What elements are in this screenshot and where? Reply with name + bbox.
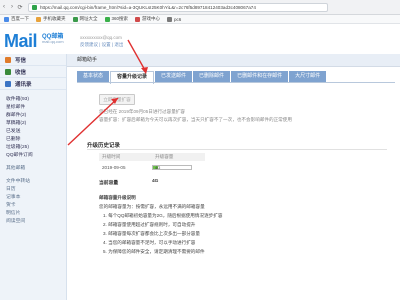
- upgrade-status-note: 您已经在 2019年09月05日进行过容量扩容: [99, 109, 186, 114]
- bookmark-icon: [167, 16, 173, 22]
- row-date: 2019-09-05: [102, 165, 126, 170]
- breadcrumb: 邮箱助手: [67, 54, 400, 67]
- mail-header: Mail QQ邮箱 mail.qq.com xxxxxxxxxx@qq.com …: [0, 25, 400, 53]
- refresh-icon[interactable]: ⟳: [16, 4, 24, 11]
- sidebar-item-spam[interactable]: 垃圾箱(25): [0, 144, 66, 152]
- bookmark-icon: [104, 16, 110, 22]
- upgrade-capacity-button[interactable]: 立即容量扩容: [99, 94, 135, 105]
- mail-logo[interactable]: Mail: [4, 31, 38, 52]
- bookmark-item[interactable]: pc6: [167, 16, 181, 22]
- compose-button[interactable]: 写信: [0, 54, 66, 66]
- bookmark-item[interactable]: 游戏中心: [135, 16, 160, 22]
- lock-icon: [32, 4, 37, 10]
- upgrade-rules: 邮箱容量升级说明 您的邮箱容量为：按需扩容，永远用不满的邮箱容量 1. 每个QQ…: [99, 195, 222, 258]
- upgrade-rule-note: 容量扩容：扩容后邮箱为今天可以再次扩容，当天只扩容不了一次，也不会影响邮件的正常…: [99, 117, 292, 122]
- current-capacity-value: 4G: [152, 179, 159, 184]
- user-account: xxxxxxxxxx@qq.com: [80, 35, 122, 40]
- sidebar-item-file-transfer[interactable]: 文件中转站: [0, 178, 66, 186]
- sidebar-item-notes[interactable]: 记事本: [0, 194, 66, 202]
- row-amount: 4G: [155, 165, 161, 170]
- history-table-header: 升级时间 升级容量: [99, 153, 205, 161]
- column-header-time: 升级时间: [99, 153, 152, 161]
- sidebar: 写信 收信 通讯录 收件箱(93) 星标邮件 群邮件(2) 草稿箱(2) 已发送…: [0, 54, 67, 300]
- bookmark-icon: [36, 16, 41, 22]
- sidebar-item-postcards[interactable]: 明信片: [0, 210, 66, 218]
- history-section-title: 升级历史记录: [87, 143, 121, 149]
- sidebar-item-cards[interactable]: 贺卡: [0, 202, 66, 210]
- sidebar-item-reading[interactable]: 阅读空间: [0, 218, 66, 226]
- tab-sent-mail[interactable]: 已发送邮件: [155, 71, 193, 82]
- user-links[interactable]: 反馈建议 | 设置 | 退出: [80, 42, 123, 48]
- main-content: 邮箱助手 基本状态 容量升级记录 已发送邮件 已删除邮件 已删邮件和在存邮件 大…: [67, 54, 400, 300]
- inbox-icon: [5, 68, 11, 75]
- rule-item: 4. 当您的邮箱容量不足时，可以手动进行扩容: [103, 240, 196, 245]
- tab-basic-status[interactable]: 基本状态: [77, 71, 110, 82]
- bookmark-icon: [4, 16, 9, 22]
- sidebar-item-sent[interactable]: 已发送: [0, 128, 66, 136]
- url-input[interactable]: https://mail.qq.com/cgi-bin/frame_html?s…: [28, 2, 328, 12]
- rule-item: 1. 每个QQ邮箱初始容量为2G，随后根据使用情况逐步扩容: [103, 213, 223, 218]
- back-icon[interactable]: ‹: [0, 4, 8, 10]
- contacts-button[interactable]: 通讯录: [0, 78, 66, 90]
- bookmark-item[interactable]: 网址大全: [72, 16, 98, 22]
- bookmark-icon: [72, 16, 78, 22]
- sidebar-item-starred[interactable]: 星标邮件: [0, 104, 66, 112]
- sidebar-item-deleted[interactable]: 已删除: [0, 136, 66, 144]
- sidebar-item-inbox[interactable]: 收件箱(93): [0, 96, 66, 104]
- upgrade-panel: 立即容量扩容 您已经在 2019年09月05日进行过容量扩容 容量扩容：扩容后邮…: [77, 83, 395, 300]
- bookmark-item[interactable]: 360搜索: [104, 16, 128, 22]
- browser-address-bar: ‹ › ⟳ https://mail.qq.com/cgi-bin/frame_…: [0, 0, 400, 15]
- section-divider: [87, 149, 387, 150]
- rules-title: 邮箱容量升级说明: [99, 195, 136, 200]
- rule-item: 5. 为保障您的邮件安全，请定期清理不需要的邮件: [103, 249, 205, 254]
- sidebar-item-subscriptions[interactable]: QQ邮件订阅: [0, 152, 66, 160]
- sidebar-item-other-mailbox[interactable]: 其他邮箱: [0, 165, 66, 173]
- sidebar-item-drafts[interactable]: 草稿箱(2): [0, 120, 66, 128]
- tab-large-mail[interactable]: 大尺寸邮件: [289, 71, 327, 82]
- bookmark-item[interactable]: 百度一下: [4, 16, 29, 22]
- tab-bar: 基本状态 容量升级记录 已发送邮件 已删除邮件 已删邮件和在存邮件 大尺寸邮件: [77, 71, 327, 84]
- bookmarks-bar: 百度一下 手机收藏夹 网址大全 360搜索 游戏中心 pc6: [0, 15, 400, 24]
- rule-item: 3. 邮箱容量每次扩容都会比上次多出一部分容量: [103, 231, 200, 236]
- url-text: https://mail.qq.com/cgi-bin/frame_html?s…: [40, 4, 256, 10]
- forward-icon[interactable]: ›: [8, 4, 16, 10]
- capacity-bar: 4G: [152, 165, 192, 170]
- current-capacity-label: 当前容量: [99, 181, 119, 186]
- sidebar-item-group[interactable]: 群邮件(2): [0, 112, 66, 120]
- rules-intro: 您的邮箱容量为：按需扩容，永远用不满的邮箱容量: [99, 204, 205, 209]
- rule-item: 2. 邮箱容量使用超过扩容规则时，可自动提升: [103, 222, 196, 227]
- inbox-check-button[interactable]: 收信: [0, 66, 66, 78]
- tab-deleted-mail[interactable]: 已删除邮件: [193, 71, 231, 82]
- current-capacity: 当前容量 4G: [99, 179, 158, 186]
- pencil-icon: [5, 56, 11, 63]
- table-row: 2019-09-05 4G: [99, 165, 192, 170]
- column-header-capacity: 升级容量: [152, 153, 205, 161]
- bookmark-icon: [135, 16, 141, 22]
- sidebar-item-calendar[interactable]: 日历: [0, 186, 66, 194]
- contacts-icon: [5, 80, 11, 87]
- bookmark-item[interactable]: 手机收藏夹: [36, 16, 66, 22]
- tab-deleted-and-stored[interactable]: 已删邮件和在存邮件: [231, 71, 289, 82]
- logo-sub-text: mail.qq.com: [42, 39, 64, 44]
